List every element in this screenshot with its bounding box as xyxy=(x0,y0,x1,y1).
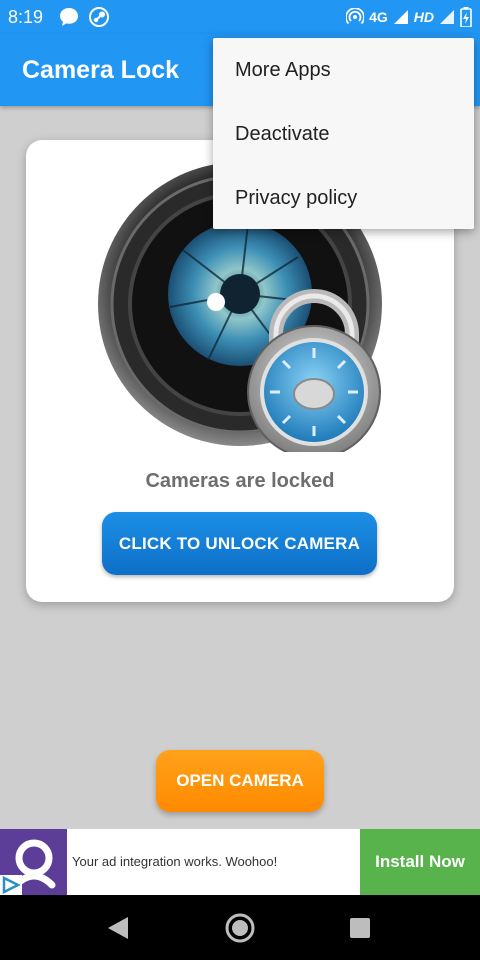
menu-item-deactivate[interactable]: Deactivate xyxy=(213,102,474,166)
overflow-menu: More Apps Deactivate Privacy policy xyxy=(213,38,474,229)
ad-choices-icon[interactable] xyxy=(0,875,22,895)
network-type: 4G xyxy=(369,9,388,25)
back-icon[interactable] xyxy=(106,915,130,941)
menu-item-privacy-policy[interactable]: Privacy policy xyxy=(213,166,474,230)
ad-text: Your ad integration works. Woohoo! xyxy=(72,854,278,869)
unlock-camera-button[interactable]: CLICK TO UNLOCK CAMERA xyxy=(102,512,377,575)
signal-icon xyxy=(440,10,454,24)
ad-banner[interactable]: Your ad integration works. Woohoo! Insta… xyxy=(0,829,480,895)
chat-bubble-icon xyxy=(60,8,78,26)
steam-icon xyxy=(89,7,109,27)
open-camera-button[interactable]: OPEN CAMERA xyxy=(156,750,324,812)
menu-item-more-apps[interactable]: More Apps xyxy=(213,38,474,102)
recents-icon[interactable] xyxy=(349,917,371,939)
home-icon[interactable] xyxy=(224,912,256,944)
status-time: 8:19 xyxy=(8,7,44,27)
app-title: Camera Lock xyxy=(22,56,180,84)
navigation-bar xyxy=(0,895,480,960)
hd-badge: HD xyxy=(413,9,434,25)
signal-icon xyxy=(393,10,408,24)
battery-icon xyxy=(460,7,472,27)
hotspot-icon xyxy=(346,8,365,25)
status-bar: 8:19 4G HD xyxy=(0,0,480,34)
install-now-button[interactable]: Install Now xyxy=(360,829,480,895)
lock-status-text: Cameras are locked xyxy=(145,470,335,492)
